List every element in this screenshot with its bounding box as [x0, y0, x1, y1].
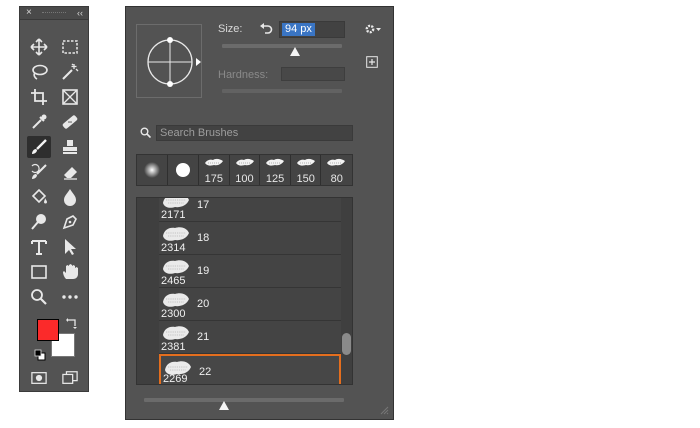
- brush-size-label: 2171: [161, 209, 186, 221]
- reset-angle-icon[interactable]: [259, 23, 273, 37]
- tools-panel-header[interactable]: × ‹‹: [20, 7, 88, 20]
- recent-brush-4[interactable]: 100: [229, 155, 261, 185]
- size-slider-thumb[interactable]: [290, 47, 300, 56]
- brush-row[interactable]: 2269 22: [159, 354, 341, 385]
- brush-thumbnail: [163, 227, 189, 241]
- recent-brush-2[interactable]: [168, 155, 199, 185]
- scrollbar-thumb[interactable]: [342, 333, 351, 355]
- recent-brush-size: 175: [204, 173, 223, 185]
- hardness-slider[interactable]: [222, 89, 342, 93]
- default-colors-icon[interactable]: [34, 349, 46, 361]
- texture-brush-icon: [205, 158, 223, 166]
- texture-brush-icon: [327, 158, 346, 166]
- size-input[interactable]: 94 px: [279, 21, 345, 38]
- brush-name: 21: [197, 331, 210, 343]
- texture-brush-icon: [266, 158, 285, 166]
- hardness-input[interactable]: [281, 67, 345, 81]
- recent-brush-size: 100: [235, 173, 254, 185]
- recent-brush-1[interactable]: [137, 155, 168, 185]
- type-icon[interactable]: [27, 236, 51, 258]
- eyedropper-icon[interactable]: [27, 111, 51, 133]
- brush-list: 2269 22 2381 21 2300 20 2465 19 2314 18 2171 17: [136, 197, 353, 385]
- paint-bucket-icon[interactable]: [27, 186, 51, 208]
- rectangle-icon[interactable]: [27, 261, 51, 283]
- clone-stamp-icon[interactable]: [58, 136, 82, 158]
- brush-tip-preview[interactable]: [136, 24, 202, 98]
- brush-thumbnail: [163, 293, 189, 307]
- dodge-icon[interactable]: [27, 211, 51, 233]
- magic-wand-icon[interactable]: [58, 61, 82, 83]
- recent-brush-5[interactable]: 125: [260, 155, 291, 185]
- brush-name: 18: [197, 232, 210, 244]
- brush-row[interactable]: 2381 21: [159, 321, 341, 354]
- new-preset-icon[interactable]: [366, 56, 378, 68]
- resize-grip-icon[interactable]: [379, 405, 389, 415]
- brush-thumbnail: [163, 260, 189, 274]
- size-slider[interactable]: [222, 44, 342, 48]
- hard-brush-icon: [176, 163, 190, 177]
- foreground-color-swatch[interactable]: [37, 319, 59, 341]
- brush-name: 17: [197, 199, 210, 211]
- hardness-label: Hardness:: [218, 69, 269, 81]
- recent-brush-6[interactable]: 150: [290, 155, 322, 185]
- recent-brush-size: 80: [330, 173, 343, 185]
- brush-row[interactable]: 2465 19: [159, 255, 341, 288]
- healing-brush-icon[interactable]: [58, 111, 82, 133]
- brush-name: 19: [197, 265, 210, 277]
- more-tools-icon[interactable]: [58, 286, 82, 308]
- drag-grip[interactable]: [42, 12, 66, 15]
- collapse-icon[interactable]: ‹‹: [77, 7, 83, 19]
- brush-name: 20: [197, 298, 210, 310]
- brush-size-label: 2465: [161, 275, 186, 287]
- crop-icon[interactable]: [27, 86, 51, 108]
- preview-size-slider-thumb[interactable]: [219, 401, 229, 410]
- history-brush-icon[interactable]: [27, 161, 51, 183]
- brush-preset-panel: Size: 94 px Hardness: Search Brushes 175…: [125, 6, 394, 420]
- path-selection-icon[interactable]: [58, 236, 82, 258]
- blur-icon[interactable]: [58, 186, 82, 208]
- hand-icon[interactable]: [58, 261, 82, 283]
- quick-mask-icon[interactable]: [27, 367, 51, 389]
- size-value: 94 px: [282, 23, 315, 36]
- recent-brush-7[interactable]: 80: [321, 155, 353, 185]
- recent-brushes-strip: 175 100 125 150 80: [136, 154, 353, 186]
- swap-colors-icon[interactable]: [66, 317, 78, 329]
- frame-icon[interactable]: [58, 86, 82, 108]
- marquee-icon[interactable]: [58, 36, 82, 58]
- move-icon[interactable]: [27, 36, 51, 58]
- brush-size-label: 2269: [163, 373, 188, 385]
- brush-row[interactable]: 2314 18: [159, 222, 341, 255]
- search-brushes-input[interactable]: Search Brushes: [156, 125, 353, 141]
- size-label: Size:: [218, 23, 243, 35]
- brush-icon[interactable]: [27, 136, 51, 158]
- brush-name: 22: [199, 366, 212, 378]
- recent-brush-size: 125: [265, 173, 285, 185]
- brush-row[interactable]: 2300 20: [159, 288, 341, 321]
- gear-icon[interactable]: [364, 22, 382, 36]
- recent-brush-3[interactable]: 175: [199, 155, 230, 185]
- tools-panel: × ‹‹: [19, 6, 89, 392]
- eraser-icon[interactable]: [58, 161, 82, 183]
- brush-size-label: 2314: [161, 242, 186, 254]
- brush-size-label: 2381: [161, 341, 186, 353]
- close-icon[interactable]: ×: [26, 7, 32, 19]
- search-icon: [140, 127, 151, 138]
- preview-size-slider[interactable]: [144, 398, 344, 402]
- lasso-icon[interactable]: [27, 61, 51, 83]
- pen-icon[interactable]: [58, 211, 82, 233]
- texture-brush-icon: [235, 158, 254, 166]
- brush-thumbnail: [163, 198, 189, 208]
- screen-mode-icon[interactable]: [58, 367, 82, 389]
- brush-row[interactable]: 2171 17: [159, 198, 341, 222]
- recent-brush-size: 150: [296, 173, 315, 185]
- soft-brush-icon: [144, 162, 160, 178]
- brush-thumbnail: [163, 326, 189, 340]
- zoom-icon[interactable]: [27, 286, 51, 308]
- brush-size-label: 2300: [161, 308, 186, 320]
- texture-brush-icon: [296, 158, 315, 166]
